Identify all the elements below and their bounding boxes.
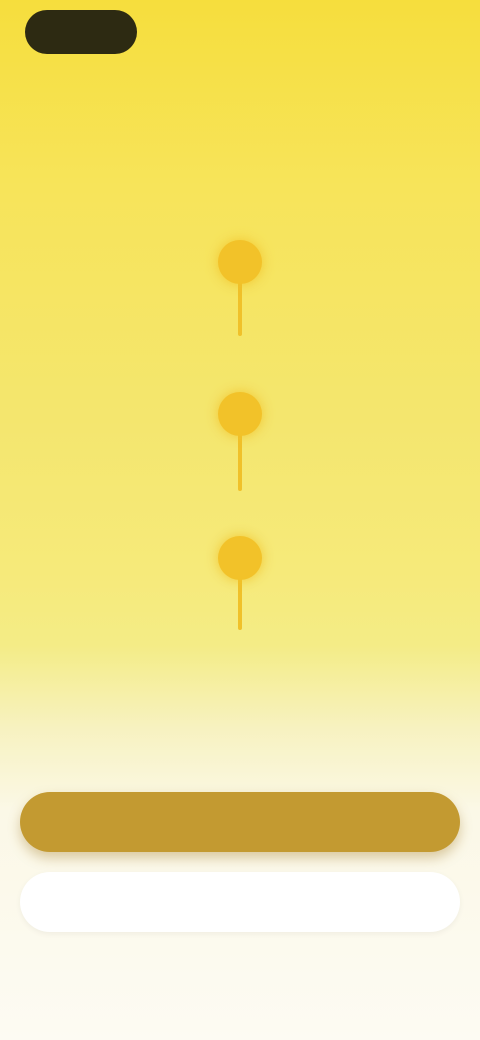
primary-button[interactable] xyxy=(20,792,460,852)
steps-timeline xyxy=(0,230,480,650)
secondary-button[interactable] xyxy=(20,872,460,932)
step-dot xyxy=(218,240,262,284)
back-pill-button[interactable] xyxy=(25,10,137,54)
step-dot xyxy=(218,392,262,436)
step-dot xyxy=(218,536,262,580)
